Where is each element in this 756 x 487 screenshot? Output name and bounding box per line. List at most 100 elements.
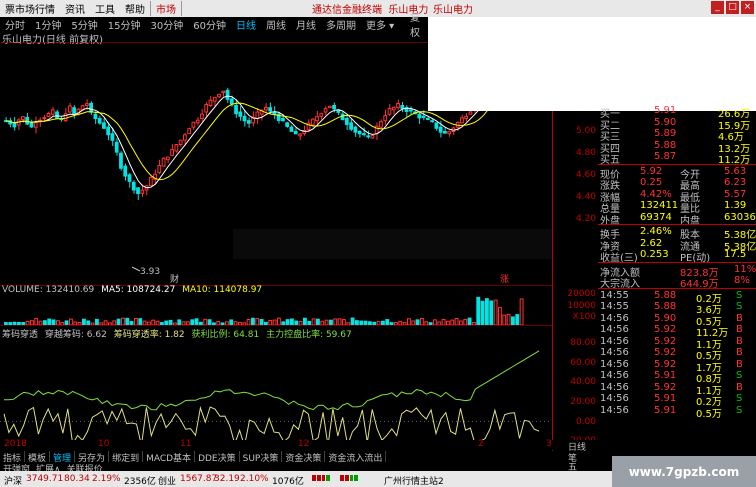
menu-item-tools[interactable]: 工具 [90,1,120,16]
cy-pct: 2.10% [240,474,269,484]
period-5min[interactable]: 5分钟 [66,17,102,32]
date-11: 11 [180,439,192,449]
menu-item-help[interactable]: 帮助 [120,1,150,16]
candle-body [298,133,302,137]
candle-body [170,149,174,156]
candle-body [217,93,221,98]
candle-body [12,122,17,128]
volume-axis: 20000 10000 X100 [552,285,598,325]
tick-direction: B [736,324,743,335]
finance-bubble: 财 [170,273,179,285]
candle-body [421,115,426,118]
menu-tab-market[interactable]: 市场 [150,1,182,16]
period-fenshi[interactable]: 分时 [0,17,30,32]
minimize-icon[interactable]: _ [711,1,724,14]
candle-body [460,117,464,124]
period-more[interactable]: 更多 ▾ [361,17,399,32]
period-15min[interactable]: 15分钟 [103,17,146,32]
candle-body [264,106,268,111]
tick-direction: B [736,381,743,393]
candle-body [187,128,192,135]
volume-panel[interactable]: VOLUME: 132410.69 MA5: 108724.27 MA10: 1… [0,284,552,326]
period-daily[interactable]: 日线 [231,17,261,32]
stat-value: 4.42% [640,188,672,200]
stat-value: 5.92 [640,165,663,177]
date-axis: 2018 10 11 12 2 3 [0,439,568,450]
period-monthly[interactable]: 月线 [291,17,321,32]
volume-bar [125,317,130,326]
candle-body [204,103,209,113]
volume-ma5: MA5: 108724.27 [101,285,176,295]
period-multi[interactable]: 多周期 [321,17,361,32]
candle-body [349,122,354,130]
candle-body [383,115,388,122]
tick-price: 5.92 [654,358,677,370]
candle-body [208,99,213,106]
candle-body [281,118,285,122]
candle-body [157,164,162,174]
volume-legend: VOLUME: 132410.69 MA5: 108724.27 MA10: 1… [2,285,266,295]
close-icon[interactable]: × [741,1,754,14]
indicator-legend: 筹码穿透 穿越筹码: 6.62 筹码穿透率: 1.82 获利比例: 64.81 … [2,327,356,340]
candle-body [106,126,111,136]
candle-body [238,111,243,117]
indicator-tick: 60.00 [570,358,596,368]
candle-body [46,112,51,117]
candle-body [114,141,119,153]
indicator-name: 筹码穿透 [2,330,39,340]
period-bar: 分时 1分钟 5分钟 15分钟 30分钟 60分钟 日线 周线 月线 多周期 更… [0,13,428,39]
candle-body [102,122,106,129]
menu-item-news[interactable]: 资讯 [60,1,90,16]
blank-box [233,229,553,259]
candle-body [430,120,434,123]
candle-body [55,111,59,119]
volume-bar [480,300,485,326]
indicator-axis: 80.0060.0040.0020.000.00-20.00 [552,325,598,451]
vol-tick-unit: X100 [572,312,596,322]
tick-direction: B [736,347,743,358]
menu-item-market[interactable]: 票市场行情 [0,1,60,16]
tick-price: 5.91 [654,393,677,404]
candle-body [148,176,153,187]
date-2018: 2018 [4,439,27,449]
candle-body [391,106,396,111]
candle-body [183,134,187,141]
stat-value: 132411 [640,200,679,211]
tick-row[interactable]: 14:56 5.91 0.5万 S [600,405,754,420]
candle-body [93,113,98,120]
price-tick: 4.20 [575,214,596,224]
bid-row[interactable]: 买五 5.87 11.2万 [600,151,754,166]
stat-row[interactable]: 外盘 69374 内盘 63036 [600,211,756,227]
sh-label: 沪深 [4,477,23,487]
tick-direction: S [736,289,743,301]
candle-body [285,122,290,127]
bid-price: 5.88 [654,139,677,151]
candle-body [268,107,273,112]
fq-label[interactable]: 复权 [410,9,428,39]
stat-value: 2.62 [640,237,663,249]
divider [598,163,756,165]
price-tick: 5.00 [575,126,596,136]
candle-body [195,119,200,124]
candle-body [370,134,375,139]
candle-body [468,111,473,115]
stat-row[interactable]: 收益(三) 0.253 PE(动) 17.5 [600,249,754,264]
market-indicator-icon [312,475,330,481]
period-60min[interactable]: 60分钟 [188,17,231,32]
tick-time: 14:56 [600,370,629,381]
period-30min[interactable]: 30分钟 [145,17,188,32]
flow-row[interactable]: 大宗流入 644.9万 8% [600,275,754,290]
candle-body [353,126,358,133]
volume-bar [467,317,472,326]
candle-body [29,122,34,128]
period-1min[interactable]: 1分钟 [30,17,66,32]
stat-value: 69374 [640,211,672,223]
indicator-tick: 0.00 [575,417,596,427]
candle-body [178,139,183,145]
divider [598,287,756,289]
tick-time: 14:56 [600,393,629,404]
candle-body [434,122,439,129]
maximize-icon[interactable]: □ [726,1,739,14]
period-weekly[interactable]: 周线 [261,17,291,32]
volume-value: VOLUME: 132410.69 [2,285,95,295]
